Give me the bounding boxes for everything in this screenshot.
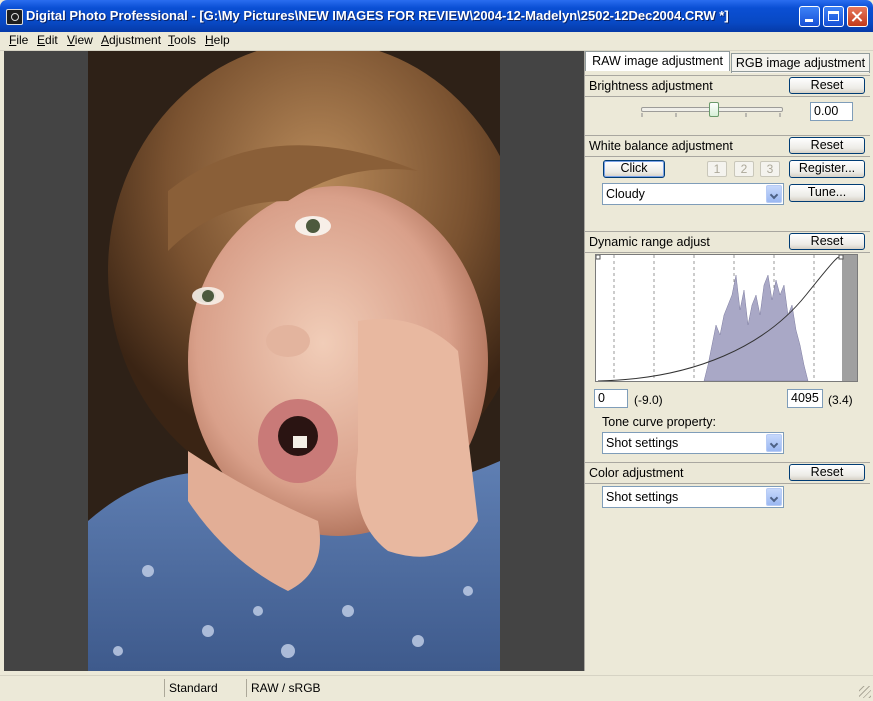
maximize-button[interactable] [823,6,844,27]
color-reset-button[interactable]: Reset [789,464,865,481]
close-icon [848,7,867,26]
curve-white-point[interactable] [838,254,844,260]
tab-raw-adjustment[interactable]: RAW image adjustment [585,51,730,71]
maximize-icon [828,11,839,21]
menu-help[interactable]: Help [205,33,230,47]
tab-divider [731,71,870,72]
tone-curve-property-select[interactable]: Shot settings [602,432,784,454]
white-balance-tune-button[interactable]: Tune... [789,184,865,202]
tone-curve-property-value: Shot settings [606,436,679,450]
histogram-graph [595,254,857,382]
image-viewer[interactable] [4,51,584,671]
title-bar: Digital Photo Professional - [G:\My Pict… [0,0,873,32]
white-balance-mode-select[interactable]: Cloudy [602,183,784,205]
minimize-icon [805,19,813,22]
menu-adjustment[interactable]: Adjustment [101,33,161,47]
dynamic-range-low-ev: (-9.0) [634,393,663,407]
dynamic-range-reset-button[interactable]: Reset [789,233,865,250]
curve-black-point[interactable] [595,254,601,260]
tone-histogram[interactable] [595,254,858,382]
wb-preset-3-button[interactable]: 3 [760,161,780,177]
menu-tools[interactable]: Tools [168,33,196,47]
white-balance-register-button[interactable]: Register... [789,160,865,178]
menu-file[interactable]: File [9,33,28,47]
resize-grip-icon[interactable] [859,686,871,698]
camera-app-icon [6,9,23,25]
white-balance-click-button[interactable]: Click [603,160,665,178]
menu-edit[interactable]: Edit [37,33,58,47]
status-bar: Standard RAW / sRGB [0,675,873,700]
color-adjustment-value: Shot settings [606,490,679,504]
dynamic-range-low-field[interactable]: 0 [594,389,628,408]
color-adjustment-select[interactable]: Shot settings [602,486,784,508]
status-picture-style: Standard [164,679,246,697]
window-title: Digital Photo Professional - [G:\My Pict… [26,8,729,23]
brightness-label: Brightness adjustment [589,79,713,93]
tone-curve-property-label: Tone curve property: [602,415,716,429]
clipped-region [842,255,857,381]
tool-palette: RAW image adjustment RGB image adjustmen… [584,51,870,671]
close-button[interactable] [847,6,868,27]
wb-preset-2-button[interactable]: 2 [734,161,754,177]
wb-preset-1-button[interactable]: 1 [707,161,727,177]
photo-portrait [88,51,500,671]
white-balance-reset-button[interactable]: Reset [789,137,865,154]
chevron-down-icon[interactable] [766,434,782,452]
histogram-fill [703,274,809,382]
brightness-slider-thumb[interactable] [709,102,719,117]
color-adjustment-label: Color adjustment [589,466,684,480]
status-color-space: RAW / sRGB [246,679,396,697]
white-balance-label: White balance adjustment [589,139,733,153]
tab-rgb-adjustment[interactable]: RGB image adjustment [731,53,870,73]
menu-bar: File Edit View Adjustment Tools Help [0,32,873,51]
white-balance-mode-value: Cloudy [606,187,645,201]
dynamic-range-high-ev: (3.4) [828,393,853,407]
portrait-illustration [88,51,500,671]
dynamic-range-label: Dynamic range adjust [589,235,710,249]
chevron-down-icon[interactable] [766,488,782,506]
chevron-down-icon[interactable] [766,185,782,203]
brightness-value-field[interactable]: 0.00 [810,102,853,121]
menu-view[interactable]: View [67,33,93,47]
dynamic-range-high-field[interactable]: 4095 [787,389,823,408]
brightness-reset-button[interactable]: Reset [789,77,865,94]
minimize-button[interactable] [799,6,820,27]
